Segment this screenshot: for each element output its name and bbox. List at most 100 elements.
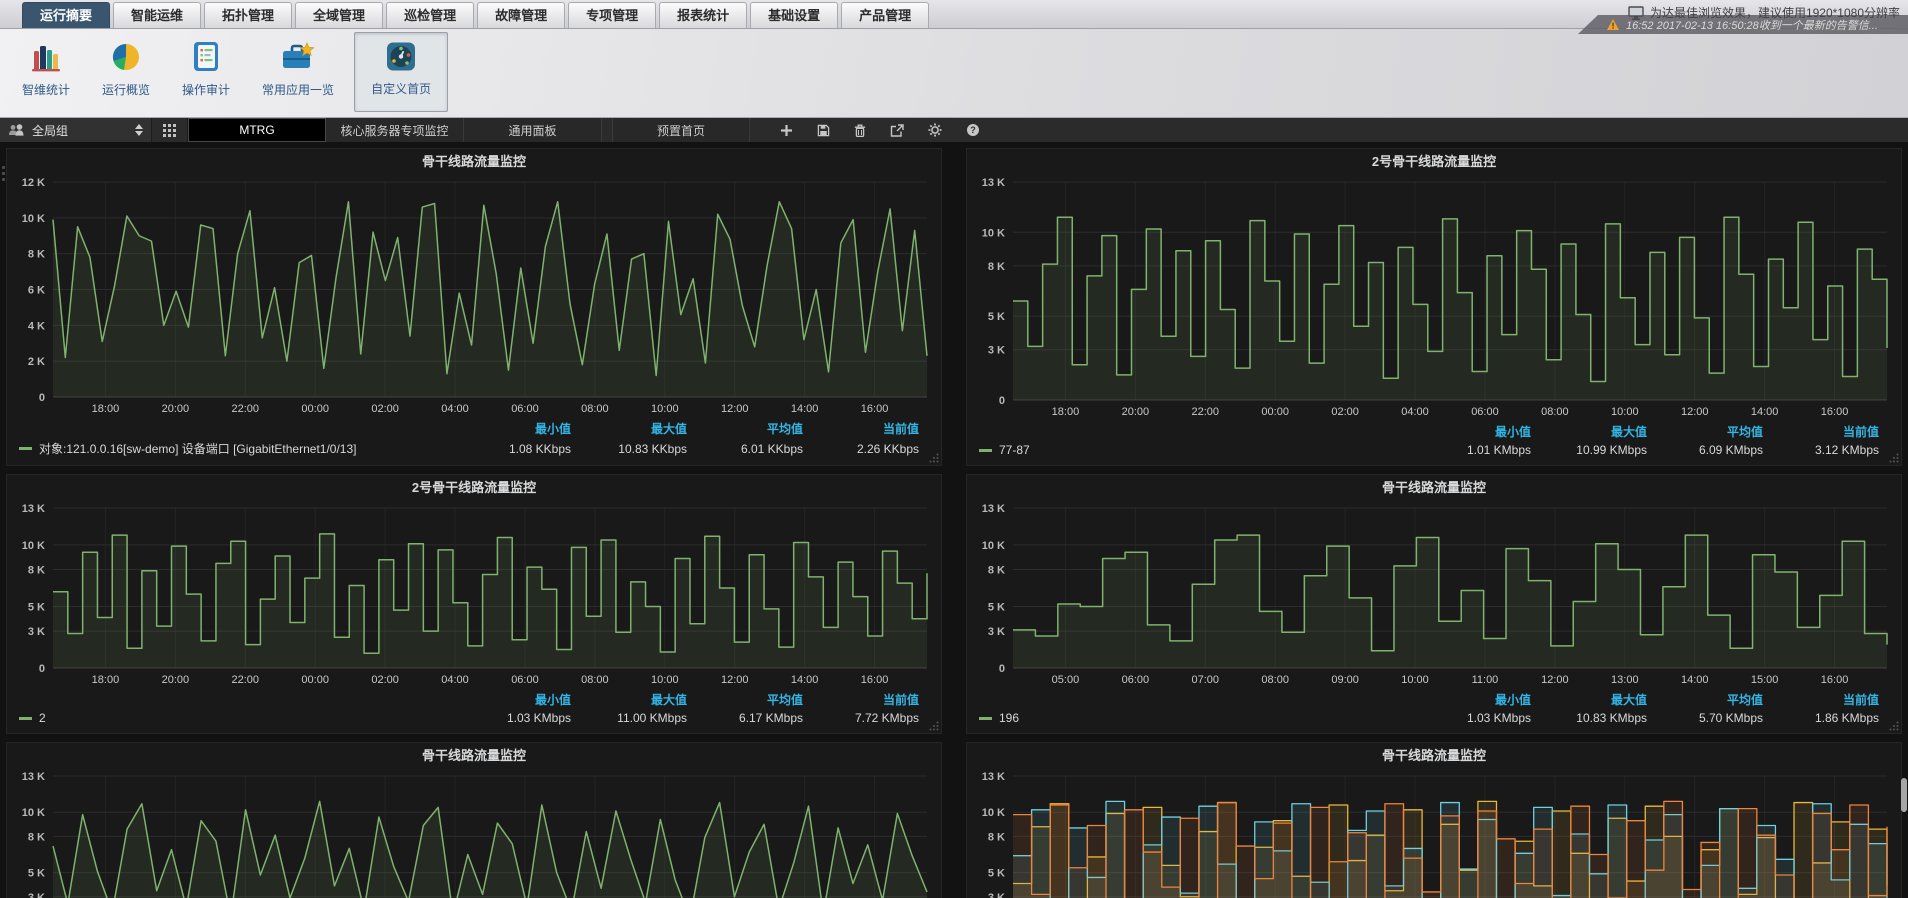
- traffic-chart[interactable]: 18:0020:0022:0000:0002:0004:0006:0008:00…: [967, 175, 1901, 421]
- quick-item-running-overview[interactable]: 运行概览: [86, 29, 166, 117]
- svg-text:13:00: 13:00: [1611, 674, 1639, 686]
- traffic-chart[interactable]: 13 K10 K8 K5 K3 K0: [967, 769, 1901, 898]
- panel-title[interactable]: 骨干线路流量监控: [967, 475, 1901, 501]
- svg-text:22:00: 22:00: [1192, 406, 1220, 418]
- panel-resize-handle[interactable]: [929, 721, 939, 731]
- stat-max-value: 10.99 KMbps: [1539, 443, 1647, 457]
- stat-cur-value: 2.26 KKbps: [811, 442, 919, 456]
- traffic-chart[interactable]: 18:0020:0022:0000:0002:0004:0006:0008:00…: [7, 501, 941, 689]
- add-dashboard-button[interactable]: [780, 124, 793, 137]
- svg-text:15:00: 15:00: [1751, 674, 1779, 686]
- export-dashboard-button[interactable]: [890, 124, 904, 137]
- chart-legend: 最小值 最大值 平均值 当前值 2 1.03 KMbps 11.00 KMbps…: [7, 689, 941, 733]
- panel-resize-handle[interactable]: [929, 453, 939, 463]
- tab-global-mgmt[interactable]: 全域管理: [295, 2, 383, 28]
- series-label[interactable]: 2: [19, 711, 455, 725]
- series-label[interactable]: 196: [979, 711, 1415, 725]
- panel-title[interactable]: 骨干线路流量监控: [7, 149, 941, 175]
- svg-text:10:00: 10:00: [651, 403, 679, 415]
- panel-title[interactable]: 骨干线路流量监控: [7, 743, 941, 769]
- tab-inspection-mgmt[interactable]: 巡检管理: [386, 2, 474, 28]
- panel-title[interactable]: 2号骨干线路流量监控: [967, 149, 1901, 175]
- scrollbar-thumb[interactable]: [1901, 778, 1907, 812]
- stat-min-value: 1.01 KMbps: [1423, 443, 1531, 457]
- tab-report-stats[interactable]: 报表统计: [659, 2, 747, 28]
- quick-item-common-apps[interactable]: 常用应用一览: [246, 29, 350, 117]
- settings-button[interactable]: [928, 123, 942, 137]
- stat-header-cur[interactable]: 当前值: [1771, 423, 1879, 440]
- svg-text:18:00: 18:00: [1052, 406, 1080, 418]
- svg-text:16:00: 16:00: [1821, 406, 1849, 418]
- stat-header-max[interactable]: 最大值: [579, 691, 687, 708]
- stat-header-cur[interactable]: 当前值: [1771, 691, 1879, 708]
- stat-header-cur[interactable]: 当前值: [811, 691, 919, 708]
- stat-header-avg[interactable]: 平均值: [1655, 423, 1763, 440]
- tab-topology-mgmt[interactable]: 拓扑管理: [204, 2, 292, 28]
- stat-header-min[interactable]: 最小值: [463, 691, 571, 708]
- tab-intelligent-ops[interactable]: 智能运维: [113, 2, 201, 28]
- tab-running-summary[interactable]: 运行摘要: [22, 2, 110, 28]
- stat-avg-value: 6.17 KMbps: [695, 711, 803, 725]
- quick-launch-bar: 智维统计 运行概览 操作审计 常用应用一览: [0, 29, 1908, 118]
- help-button[interactable]: ?: [966, 123, 980, 137]
- series-color-swatch: [19, 717, 32, 720]
- tab-basic-settings[interactable]: 基础设置: [750, 2, 838, 28]
- series-label[interactable]: 对象:121.0.0.16[sw-demo] 设备端口 [GigabitEthe…: [19, 440, 455, 457]
- tab-fault-mgmt[interactable]: 故障管理: [477, 2, 565, 28]
- svg-text:3 K: 3 K: [988, 345, 1005, 357]
- stat-header-max[interactable]: 最大值: [1539, 423, 1647, 440]
- quick-item-ops-statistics[interactable]: 智维统计: [6, 29, 86, 117]
- group-select[interactable]: 全局组: [0, 118, 152, 142]
- dash-tab-mtrg[interactable]: MTRG: [188, 118, 326, 142]
- svg-text:5 K: 5 K: [988, 868, 1005, 880]
- quick-item-operation-audit[interactable]: 操作审计: [166, 29, 246, 117]
- dash-tab-general-panel[interactable]: 通用面板: [464, 118, 602, 142]
- tab-product-mgmt[interactable]: 产品管理: [841, 2, 929, 28]
- svg-text:10 K: 10 K: [982, 540, 1005, 552]
- quick-item-label: 常用应用一览: [262, 81, 334, 98]
- panel-title[interactable]: 骨干线路流量监控: [967, 743, 1901, 769]
- help-icon: ?: [966, 123, 980, 137]
- layout-grid-button[interactable]: [152, 118, 188, 142]
- svg-text:08:00: 08:00: [581, 403, 609, 415]
- stat-header-min[interactable]: 最小值: [463, 420, 571, 437]
- select-arrows-icon: [135, 124, 143, 136]
- svg-text:?: ?: [970, 125, 976, 135]
- stat-cur-value: 3.12 KMbps: [1771, 443, 1879, 457]
- svg-text:13 K: 13 K: [982, 177, 1005, 189]
- vertical-scrollbar[interactable]: [1900, 142, 1908, 898]
- save-dashboard-button[interactable]: [817, 124, 830, 137]
- svg-text:0: 0: [999, 395, 1005, 407]
- tab-special-mgmt[interactable]: 专项管理: [568, 2, 656, 28]
- panel-title[interactable]: 2号骨干线路流量监控: [7, 475, 941, 501]
- panel-resize-handle[interactable]: [1889, 721, 1899, 731]
- stat-header-avg[interactable]: 平均值: [695, 691, 803, 708]
- dash-tab-core-server[interactable]: 核心服务器专项监控: [326, 118, 464, 142]
- svg-text:10 K: 10 K: [22, 213, 45, 225]
- traffic-chart[interactable]: 13 K10 K8 K5 K3 K0: [7, 769, 941, 898]
- stat-header-max[interactable]: 最大值: [579, 420, 687, 437]
- stat-header-avg[interactable]: 平均值: [1655, 691, 1763, 708]
- stat-max-value: 10.83 KMbps: [1539, 711, 1647, 725]
- stat-header-min[interactable]: 最小值: [1423, 691, 1531, 708]
- stat-header-min[interactable]: 最小值: [1423, 423, 1531, 440]
- stat-header-avg[interactable]: 平均值: [695, 420, 803, 437]
- dash-tab-preset-home[interactable]: 预置首页: [612, 118, 750, 142]
- stat-header-cur[interactable]: 当前值: [811, 420, 919, 437]
- svg-text:04:00: 04:00: [441, 674, 469, 686]
- export-icon: [890, 124, 904, 137]
- panel-resize-handle[interactable]: [1889, 453, 1899, 463]
- quick-item-custom-homepage[interactable]: 自定义首页: [354, 32, 448, 112]
- quick-item-label: 自定义首页: [371, 80, 431, 97]
- series-label[interactable]: 77-87: [979, 443, 1415, 457]
- traffic-chart[interactable]: 05:0006:0007:0008:0009:0010:0011:0012:00…: [967, 501, 1901, 689]
- svg-text:16:00: 16:00: [861, 403, 889, 415]
- traffic-chart[interactable]: 18:0020:0022:0000:0002:0004:0006:0008:00…: [7, 175, 941, 418]
- delete-dashboard-button[interactable]: [854, 124, 866, 137]
- svg-text:02:00: 02:00: [371, 403, 399, 415]
- series-color-swatch: [979, 449, 992, 452]
- plus-icon: [780, 124, 793, 137]
- svg-text:10:00: 10:00: [1611, 406, 1639, 418]
- stat-header-max[interactable]: 最大值: [1539, 691, 1647, 708]
- svg-text:07:00: 07:00: [1192, 674, 1220, 686]
